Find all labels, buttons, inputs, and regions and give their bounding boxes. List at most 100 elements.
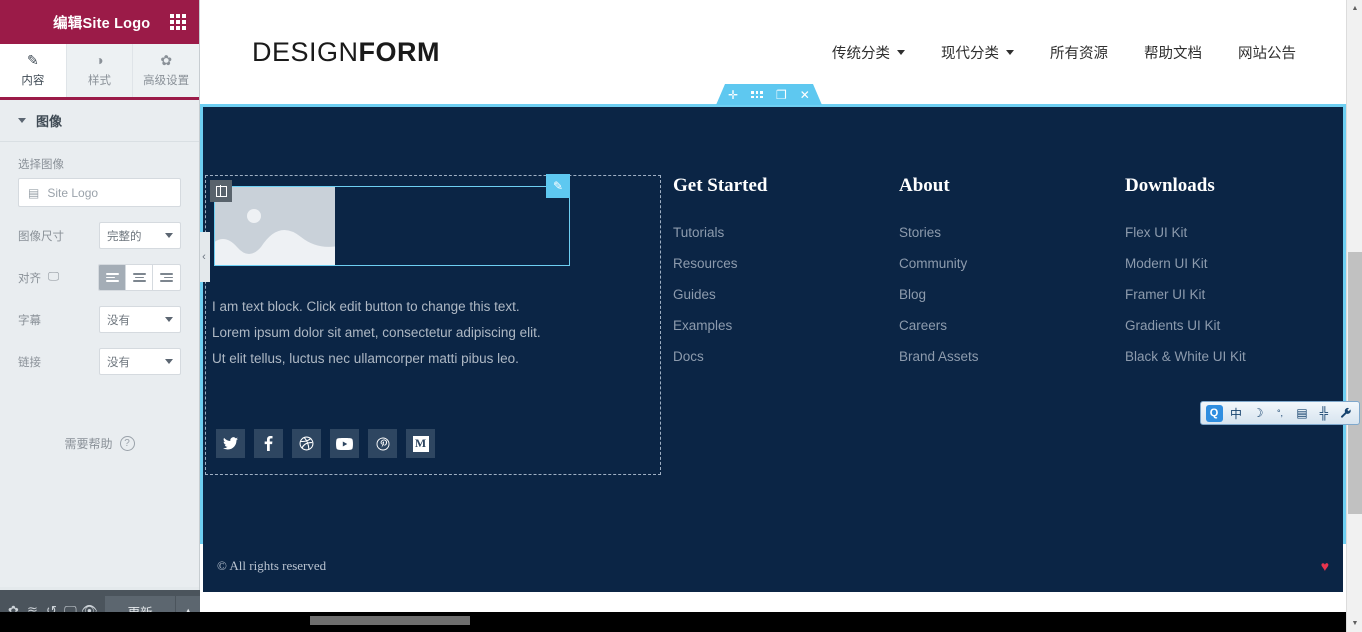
site-nav: 传统分类 现代分类 所有资源 帮助文档 网站公告 — [832, 42, 1296, 63]
section-toolbar: ✛ ❐ ✕ — [716, 84, 822, 105]
text-line-2: Ut elit tellus, luctus nec ullamcorper m… — [212, 346, 652, 372]
footer-link[interactable]: Examples — [673, 310, 899, 341]
footer-link[interactable]: Community — [899, 248, 1125, 279]
footer-heading: About — [899, 175, 1125, 197]
chevron-down-icon — [897, 50, 905, 55]
footer-link[interactable]: Flex UI Kit — [1125, 217, 1346, 248]
align-center-button[interactable] — [126, 265, 153, 290]
footer-link[interactable]: Resources — [673, 248, 899, 279]
footer-link[interactable]: Gradients UI Kit — [1125, 310, 1346, 341]
chinese-mode-icon[interactable]: 中 — [1226, 404, 1246, 422]
pencil-icon: ✎ — [27, 53, 39, 67]
nav-label: 帮助文档 — [1144, 42, 1202, 63]
chevron-down-icon — [165, 359, 173, 364]
image-size-select[interactable]: 完整的 — [99, 222, 181, 249]
align-right-button[interactable] — [153, 265, 180, 290]
soft-keyboard-icon[interactable]: ▤ — [1292, 404, 1312, 422]
panel-title: 编辑Site Logo — [53, 12, 150, 33]
editor-window: 编辑Site Logo ✎ 内容 ◑ 样式 ✿ 高级设置 图像 — [0, 0, 1362, 632]
desktop-icon[interactable]: 🖵 — [48, 271, 59, 284]
field-caption: 字幕 没有 — [0, 306, 199, 333]
nav-label: 所有资源 — [1050, 42, 1108, 63]
grid-dots-icon[interactable] — [751, 91, 763, 98]
grid-apps-icon[interactable] — [170, 14, 186, 30]
pencil-edit-icon[interactable]: ✎ — [546, 174, 570, 198]
tab-style-label: 样式 — [88, 72, 111, 88]
align-left-button[interactable] — [99, 265, 126, 290]
footer-link[interactable]: Docs — [673, 341, 899, 372]
footer-link[interactable]: Modern UI Kit — [1125, 248, 1346, 279]
field-align: 对齐 🖵 — [0, 264, 199, 291]
image-widget[interactable]: ✎ — [214, 186, 570, 266]
caption-select[interactable]: 没有 — [99, 306, 181, 333]
editable-column[interactable]: ✎ I am text block. Click edit button to … — [205, 175, 661, 475]
preview-canvas: DESIGNFORM 传统分类 现代分类 所有资源 帮助文档 网站公告 ✛ ❐ — [200, 0, 1346, 632]
section-image-title: 图像 — [36, 111, 62, 130]
site-header: DESIGNFORM 传统分类 现代分类 所有资源 帮助文档 网站公告 ✛ ❐ — [200, 0, 1346, 104]
facebook-icon[interactable] — [254, 429, 283, 458]
link-select[interactable]: 没有 — [99, 348, 181, 375]
image-size-label: 图像尺寸 — [18, 228, 64, 244]
field-link: 链接 没有 — [0, 348, 199, 375]
media-icon: ▤ — [28, 186, 39, 200]
duplicate-icon[interactable]: ❐ — [776, 89, 787, 101]
voice-input-icon[interactable]: ╬ — [1314, 404, 1334, 422]
medium-icon[interactable]: M — [406, 429, 435, 458]
tab-content[interactable]: ✎ 内容 — [0, 44, 67, 97]
youtube-icon[interactable] — [330, 429, 359, 458]
sidebar-body: 图像 选择图像 ▤ Site Logo 图像尺寸 完整的 对齐 � — [0, 100, 199, 587]
need-help[interactable]: 需要帮助 ? — [0, 435, 199, 452]
column-handle-icon[interactable] — [210, 180, 232, 202]
footer-link[interactable]: Framer UI Kit — [1125, 279, 1346, 310]
nav-item-2[interactable]: 所有资源 — [1050, 42, 1108, 63]
select-image-input[interactable]: ▤ Site Logo — [18, 178, 181, 207]
copyright-text: © All rights reserved — [217, 558, 326, 574]
close-icon[interactable]: ✕ — [800, 89, 810, 101]
footer-heading: Get Started — [673, 175, 899, 197]
chevron-down-icon — [165, 233, 173, 238]
section-image-header[interactable]: 图像 — [0, 100, 199, 142]
footer-link[interactable]: Blog — [899, 279, 1125, 310]
sogou-logo-icon[interactable]: Q — [1204, 404, 1224, 422]
panel-collapse-tab[interactable]: ‹ — [200, 232, 210, 282]
editor-sidebar: 编辑Site Logo ✎ 内容 ◑ 样式 ✿ 高级设置 图像 — [0, 0, 200, 632]
hamburger-icon[interactable] — [13, 18, 33, 27]
pinterest-icon[interactable] — [368, 429, 397, 458]
field-image-size: 图像尺寸 完整的 — [0, 222, 199, 249]
footer-link[interactable]: Tutorials — [673, 217, 899, 248]
scroll-down-arrow[interactable]: ▼ — [1347, 615, 1362, 632]
toolbox-wrench-icon[interactable] — [1336, 404, 1356, 422]
nav-item-1[interactable]: 现代分类 — [941, 42, 1014, 63]
tab-advanced[interactable]: ✿ 高级设置 — [133, 44, 199, 97]
moon-icon[interactable]: ☽ — [1248, 404, 1268, 422]
ime-toolbar: Q 中 ☽ °, ▤ ╬ — [1200, 401, 1360, 425]
question-circle-icon: ? — [120, 436, 135, 451]
nav-label: 网站公告 — [1238, 42, 1296, 63]
image-placeholder-icon — [215, 187, 335, 265]
horizontal-scroll-thumb[interactable] — [310, 616, 470, 625]
vertical-scrollbar[interactable]: ▲ ▼ — [1346, 0, 1362, 632]
mountain-shape — [215, 217, 335, 265]
vertical-scroll-thumb[interactable] — [1348, 252, 1362, 514]
text-widget[interactable]: I am text block. Click edit button to ch… — [212, 294, 652, 372]
caret-down-icon — [18, 118, 26, 123]
tab-advanced-label: 高级设置 — [143, 72, 189, 88]
footer-link[interactable]: Brand Assets — [899, 341, 1125, 372]
dribbble-icon[interactable] — [292, 429, 321, 458]
nav-item-4[interactable]: 网站公告 — [1238, 42, 1296, 63]
nav-item-3[interactable]: 帮助文档 — [1144, 42, 1202, 63]
twitter-icon[interactable] — [216, 429, 245, 458]
footer-link[interactable]: Careers — [899, 310, 1125, 341]
footer-link[interactable]: Black & White UI Kit — [1125, 341, 1346, 372]
nav-item-0[interactable]: 传统分类 — [832, 42, 905, 63]
nav-label: 现代分类 — [941, 42, 999, 63]
horizontal-scrollbar[interactable] — [0, 612, 1362, 632]
chevron-down-icon — [165, 317, 173, 322]
tab-style[interactable]: ◑ 样式 — [67, 44, 134, 97]
footer-link[interactable]: Guides — [673, 279, 899, 310]
footer-column-about: About Stories Community Blog Careers Bra… — [899, 175, 1125, 372]
footer-link[interactable]: Stories — [899, 217, 1125, 248]
punctuation-icon[interactable]: °, — [1270, 404, 1290, 422]
add-icon[interactable]: ✛ — [728, 89, 738, 101]
scroll-up-arrow[interactable]: ▲ — [1347, 0, 1362, 17]
